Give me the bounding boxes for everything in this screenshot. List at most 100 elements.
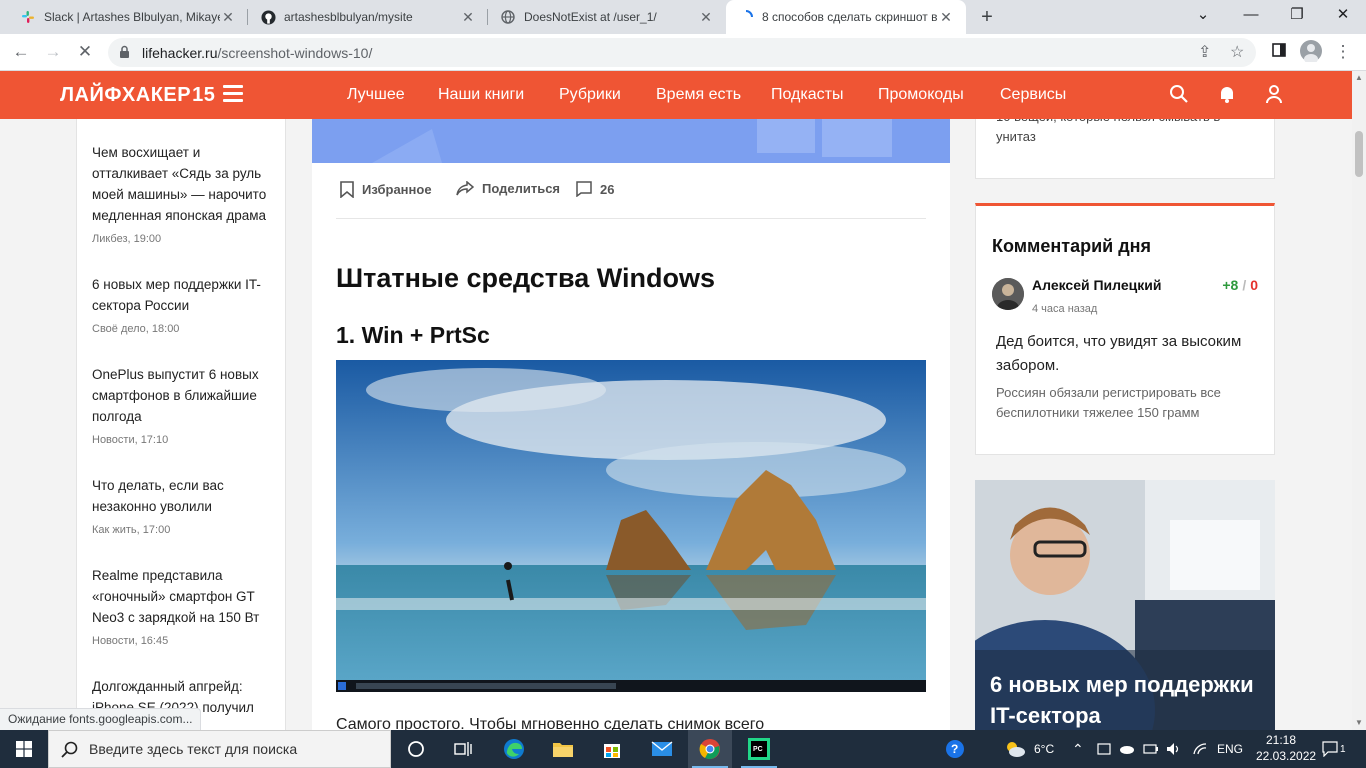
article-hero-image [312,119,950,163]
microsoft-store-icon[interactable] [590,730,634,768]
news-title[interactable]: Realme представила «гоночный» смартфон G… [92,565,277,628]
pycharm-icon[interactable]: PC [737,730,781,768]
nav-time[interactable]: Время есть [656,86,741,104]
tab-title: artashesblbulyan/mysite [284,10,413,24]
scrollbar-thumb[interactable] [1355,131,1363,177]
help-icon[interactable]: ? [944,730,966,768]
hamburger-menu-icon[interactable] [223,85,243,103]
language-indicator[interactable]: ENG [1217,730,1243,768]
side-panel-icon[interactable] [1266,40,1292,64]
avatar[interactable] [992,278,1024,310]
comment-of-day-card: Комментарий дня Алексей Пилецкий 4 часа … [975,203,1275,455]
news-item[interactable]: OnePlus выпустит 6 новых смартфонов в бл… [92,364,277,446]
edge-icon[interactable] [492,730,536,768]
close-tab-icon[interactable]: ✕ [220,9,236,26]
start-button[interactable] [0,730,48,768]
votes-minus[interactable]: 0 [1250,277,1258,293]
cortana-icon[interactable] [394,730,438,768]
comments-count: 26 [600,181,615,197]
weather-widget[interactable]: 6°C [1004,730,1054,768]
onedrive-icon[interactable] [1119,730,1135,768]
battery-icon[interactable] [1143,730,1159,768]
promo-card[interactable]: 6 новых мер поддержки IT-сектора [975,480,1275,730]
mail-icon[interactable] [640,730,684,768]
chrome-menu-icon[interactable]: ⋮ [1330,40,1356,64]
section-heading: Штатные средства Windows [336,263,716,293]
news-item[interactable]: Что делать, если вас незаконно уволили К… [92,475,277,536]
volume-icon[interactable] [1166,730,1182,768]
bookmark-star-icon[interactable]: ☆ [1230,42,1244,62]
nav-services[interactable]: Сервисы [1000,86,1066,104]
article-paragraph: Самого простого. Чтобы мгновенно сделать… [336,716,765,730]
lock-icon[interactable] [119,45,130,64]
comment-author[interactable]: Алексей Пилецкий [1032,277,1162,293]
search-icon[interactable] [1169,84,1191,106]
share-page-icon[interactable]: ⇪ [1198,42,1211,62]
show-hidden-icons-chevron-icon[interactable]: ⌃ [1072,730,1084,768]
weather-sun-cloud-icon [1007,742,1025,757]
scroll-up-arrow-icon[interactable]: ▲ [1352,71,1366,85]
bell-icon[interactable] [1217,84,1239,106]
taskbar-search-box[interactable]: Введите здесь текст для поиска [48,730,391,768]
nav-podcasts[interactable]: Подкасты [771,86,843,104]
nav-books[interactable]: Наши книги [438,86,524,104]
forward-button[interactable]: → [40,40,66,64]
system-clock[interactable]: 21:18 22.03.2022 [1256,732,1317,764]
close-tab-icon[interactable]: ✕ [938,9,954,26]
user-icon[interactable] [1264,84,1286,106]
news-item[interactable]: Чем восхищает и отталкивает «Сядь за рул… [92,142,277,245]
tab-lifehacker-active[interactable]: 8 способов сделать скриншот в ✕ [726,0,966,34]
stop-loading-button[interactable]: ✕ [72,40,98,64]
comments-button[interactable]: 26 [576,181,614,197]
news-title[interactable]: Что делать, если вас незаконно уволили [92,475,277,517]
address-bar[interactable]: lifehacker.ru/screenshot-windows-10/ ⇪ ☆ [108,38,1256,67]
meet-now-icon[interactable] [1097,730,1111,768]
share-label: Поделиться [482,181,561,196]
nav-best[interactable]: Лучшее [347,86,405,104]
nav-rubrics[interactable]: Рубрики [559,86,621,104]
scroll-down-arrow-icon[interactable]: ▼ [1352,716,1366,730]
file-explorer-icon[interactable] [541,730,585,768]
windows-desktop-screenshot [336,360,926,692]
comment-article-link[interactable]: Россиян обязали регистрировать все беспи… [996,383,1261,423]
search-placeholder: Введите здесь текст для поиска [89,741,298,757]
logo-badge: 15 [192,84,216,106]
share-icon [456,181,474,196]
tab-github[interactable]: artashesblbulyan/mysite ✕ [248,0,488,34]
site-logo[interactable]: ЛАЙФХАКЕР15 [60,84,215,107]
news-title[interactable]: 6 новых мер поддержки IT-сектора России [92,274,277,316]
svg-text:PC: PC [753,746,763,753]
votes-plus[interactable]: +8 [1222,277,1238,293]
back-button[interactable]: ← [8,40,34,64]
tab-doesnotexist[interactable]: DoesNotExist at /user_1/ ✕ [488,0,726,34]
minimize-button[interactable]: — [1228,0,1274,30]
share-button[interactable]: Поделиться [456,181,560,196]
site-header: ЛАЙФХАКЕР15 Лучшее Наши книги Рубрики Вр… [0,71,1352,119]
promo-title[interactable]: 6 новых мер поддержки IT-сектора [990,669,1270,730]
task-view-icon[interactable] [441,730,485,768]
favorite-button[interactable]: Избранное [340,181,432,198]
close-tab-icon[interactable]: ✕ [698,9,714,26]
news-title[interactable]: Чем восхищает и отталкивает «Сядь за рул… [92,142,277,226]
new-tab-button[interactable]: + [976,6,998,28]
tab-search-chevron-icon[interactable]: ⌄ [1180,0,1226,30]
slack-icon [20,9,36,25]
related-card-text[interactable]: 10 вещей, которые нельзя смывать в унита… [996,119,1246,147]
browser-toolbar: ← → ✕ lifehacker.ru/screenshot-windows-1… [0,34,1366,71]
news-item[interactable]: 6 новых мер поддержки IT-сектора России … [92,274,277,335]
tab-slack[interactable]: Slack | Artashes Blbulyan, Mikaye ✕ [8,0,248,34]
related-card[interactable]: 10 вещей, которые нельзя смывать в унита… [975,119,1275,179]
news-title[interactable]: OnePlus выпустит 6 новых смартфонов в бл… [92,364,277,427]
notifications-icon[interactable]: 1 [1322,730,1346,768]
chrome-taskbar-icon[interactable] [688,730,732,768]
clock-date: 22.03.2022 [1256,749,1317,763]
news-item[interactable]: Realme представила «гоночный» смартфон G… [92,565,277,647]
nav-promocodes[interactable]: Промокоды [878,86,964,104]
news-meta: Своё дело, 18:00 [92,323,180,335]
wifi-icon[interactable] [1192,730,1208,768]
close-tab-icon[interactable]: ✕ [460,9,476,26]
profile-avatar[interactable] [1298,40,1324,64]
page-scrollbar[interactable]: ▲ ▼ [1352,71,1366,730]
close-window-button[interactable]: ✕ [1320,0,1366,30]
maximize-button[interactable]: ❐ [1274,0,1320,30]
